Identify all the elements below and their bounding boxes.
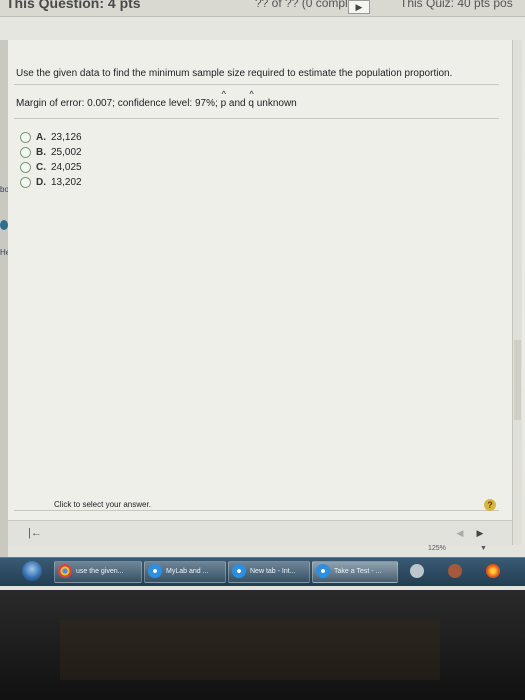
- monitor-bezel: [0, 590, 525, 700]
- radio-button[interactable]: [20, 147, 31, 158]
- choice-b[interactable]: B. 25,002: [20, 145, 82, 160]
- choice-value: 13,202: [51, 177, 82, 188]
- instruction-text: Click to select your answer.: [54, 500, 151, 509]
- choice-c[interactable]: C. 24,025: [20, 160, 82, 175]
- monitor-screen: This Question: 4 pts ?? of ?? (0 complet…: [0, 0, 525, 590]
- scrollbar-thumb[interactable]: [514, 340, 521, 420]
- choice-letter: A.: [36, 132, 46, 143]
- radio-button[interactable]: [20, 132, 31, 143]
- taskbar-label: New tab - Int...: [250, 568, 296, 575]
- radio-button[interactable]: [20, 177, 31, 188]
- windows-taskbar: use the given... MyLab and ... New tab -…: [0, 557, 525, 586]
- paint-icon[interactable]: [448, 564, 462, 578]
- choice-value: 24,025: [51, 162, 82, 173]
- given-text: Margin of error: 0.007; confidence level…: [16, 98, 218, 109]
- navigation-bar: |← ◀ ▶: [8, 520, 512, 546]
- choice-letter: C.: [36, 162, 46, 173]
- choice-value: 23,126: [51, 132, 82, 143]
- next-question-icon[interactable]: ▶: [348, 0, 370, 14]
- p-hat-symbol: p: [221, 89, 227, 109]
- quiz-header: This Question: 4 pts ?? of ?? (0 complet…: [0, 0, 525, 17]
- question-prompt: Use the given data to find the minimum s…: [16, 68, 453, 79]
- divider: [14, 510, 499, 511]
- zoom-level[interactable]: 125%: [428, 545, 446, 552]
- divider: [14, 118, 499, 119]
- taskbar-item-chrome[interactable]: use the given...: [54, 561, 142, 583]
- ie-icon: [232, 564, 246, 579]
- chevron-down-icon[interactable]: ▼: [480, 545, 487, 552]
- chrome-icon: [58, 564, 72, 579]
- q-hat-symbol: q: [248, 89, 254, 109]
- taskbar-item-mylab[interactable]: MyLab and ...: [144, 561, 226, 583]
- help-icon[interactable]: [0, 220, 8, 230]
- radio-button[interactable]: [20, 162, 31, 173]
- firefox-icon[interactable]: [486, 564, 500, 578]
- left-sidebar: bo Hel: [0, 40, 12, 560]
- ie-icon: [316, 564, 330, 579]
- choice-d[interactable]: D. 13,202: [20, 175, 82, 190]
- taskbar-label: use the given...: [76, 568, 124, 575]
- choice-value: 25,002: [51, 147, 82, 158]
- desk-reflection: [60, 620, 440, 680]
- start-button-icon[interactable]: [22, 561, 42, 581]
- taskbar-item-take-test[interactable]: Take a Test - ...: [312, 561, 398, 583]
- and-text: and: [228, 98, 246, 109]
- unknown-text: unknown: [256, 98, 297, 109]
- user-icon[interactable]: [410, 564, 424, 578]
- taskbar-label: Take a Test - ...: [334, 568, 382, 575]
- first-question-icon[interactable]: |←: [28, 527, 42, 539]
- vertical-scrollbar[interactable]: [512, 40, 522, 545]
- question-points: This Question: 4 pts: [6, 0, 141, 11]
- divider: [14, 84, 499, 85]
- choice-a[interactable]: A. 23,126: [20, 130, 82, 145]
- choice-letter: D.: [36, 177, 46, 188]
- taskbar-item-newtab[interactable]: New tab - Int...: [228, 561, 310, 583]
- question-panel: Use the given data to find the minimum s…: [8, 40, 512, 545]
- help-button[interactable]: ?: [484, 499, 496, 511]
- next-arrow-icon[interactable]: ▶: [474, 527, 486, 539]
- previous-arrow-icon[interactable]: ◀: [454, 527, 466, 539]
- answer-choices: A. 23,126 B. 25,002 C. 24,025 D. 13,202: [20, 130, 82, 190]
- taskbar-label: MyLab and ...: [166, 568, 209, 575]
- choice-letter: B.: [36, 147, 46, 158]
- given-data: Margin of error: 0.007; confidence level…: [16, 89, 297, 109]
- quiz-points: This Quiz: 40 pts pos: [400, 0, 513, 10]
- ie-icon: [148, 564, 162, 579]
